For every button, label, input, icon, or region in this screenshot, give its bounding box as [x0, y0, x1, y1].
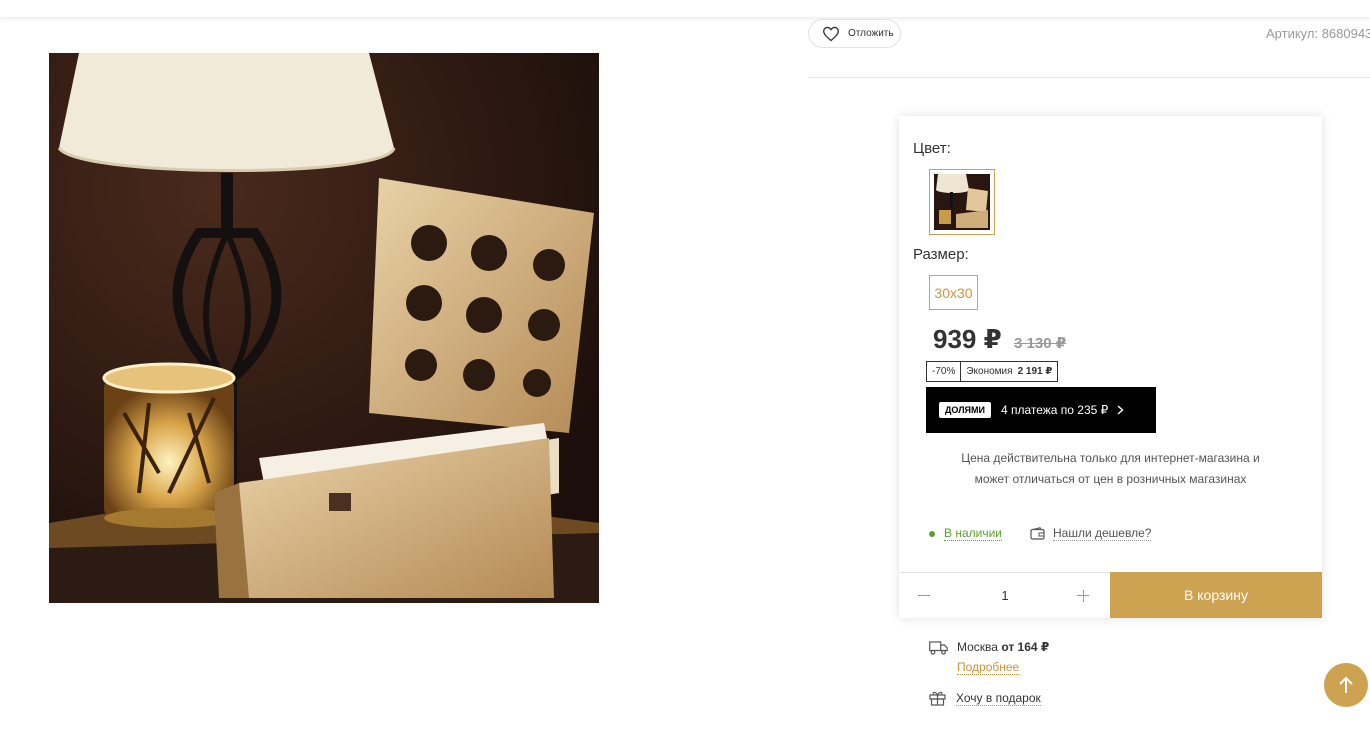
- product-photo[interactable]: [49, 53, 599, 603]
- arrow-up-icon: [1339, 676, 1353, 693]
- quantity-value[interactable]: 1: [985, 588, 1025, 603]
- sku-value: 8680943: [1321, 26, 1370, 41]
- size-option[interactable]: 30x30: [929, 275, 978, 310]
- installments-button[interactable]: ДОЛЯМИ 4 платежа по 235 ₽: [926, 387, 1156, 433]
- stock-label: В наличии: [944, 526, 1003, 541]
- savings-value: 2 191 ₽: [1017, 366, 1053, 377]
- color-label: Цвет:: [913, 140, 951, 157]
- gift-icon: [929, 691, 946, 706]
- found-cheaper-link[interactable]: Нашли дешевле?: [1030, 526, 1152, 541]
- price-note: Цена действительна только для интернет-м…: [961, 451, 1260, 486]
- delivery-city-name: Москва: [957, 640, 998, 654]
- minus-icon[interactable]: [918, 595, 930, 596]
- current-price: 939 ₽: [933, 324, 1002, 354]
- top-bar: [0, 0, 1370, 17]
- size-label: Размер:: [913, 246, 969, 263]
- delivery-price: от 164 ₽: [1001, 640, 1050, 654]
- swatch-thumbnail: [934, 174, 990, 230]
- wallet-icon: [1030, 527, 1045, 540]
- gift-label: Хочу в подарок: [956, 690, 1041, 706]
- stock-dot-icon: [929, 530, 935, 537]
- gift-link[interactable]: Хочу в подарок: [929, 690, 1041, 706]
- savings-label: Экономия: [966, 366, 1013, 377]
- sku-label: Артикул:: [1266, 26, 1319, 41]
- discount-badge: -70%: [927, 362, 962, 381]
- wishlist-label: Отложить: [848, 28, 894, 39]
- sku: Артикул: 8680943: [1266, 26, 1370, 41]
- increase-button[interactable]: [1069, 581, 1097, 609]
- add-to-cart-button[interactable]: В корзину: [1110, 572, 1322, 618]
- purchase-card: Цвет: Размер: 30x30 939 ₽ 3 130 ₽ -70% Э…: [899, 116, 1322, 618]
- discount-badges: -70% Экономия 2 191 ₽: [926, 361, 1059, 382]
- delivery-more-link[interactable]: Подробнее: [957, 660, 1020, 675]
- heart-icon: [823, 26, 839, 41]
- delivery-city: Москва от 164 ₽: [957, 640, 1049, 654]
- quantity-stepper: 1: [899, 572, 1110, 618]
- color-swatch[interactable]: [929, 169, 995, 235]
- divider: [808, 77, 1370, 78]
- installments-text: 4 платежа по 235 ₽: [1000, 403, 1109, 417]
- chevron-right-icon: [1117, 405, 1124, 415]
- scroll-top-button[interactable]: [1324, 663, 1368, 707]
- truck-icon: [929, 641, 948, 655]
- stock-status[interactable]: В наличии: [929, 526, 1003, 541]
- found-cheaper-label: Нашли дешевле?: [1053, 526, 1152, 541]
- old-price: 3 130 ₽: [1014, 335, 1067, 352]
- savings-badge: Экономия 2 191 ₽: [961, 362, 1057, 381]
- wishlist-button[interactable]: Отложить: [808, 19, 901, 48]
- installments-logo: ДОЛЯМИ: [939, 402, 991, 418]
